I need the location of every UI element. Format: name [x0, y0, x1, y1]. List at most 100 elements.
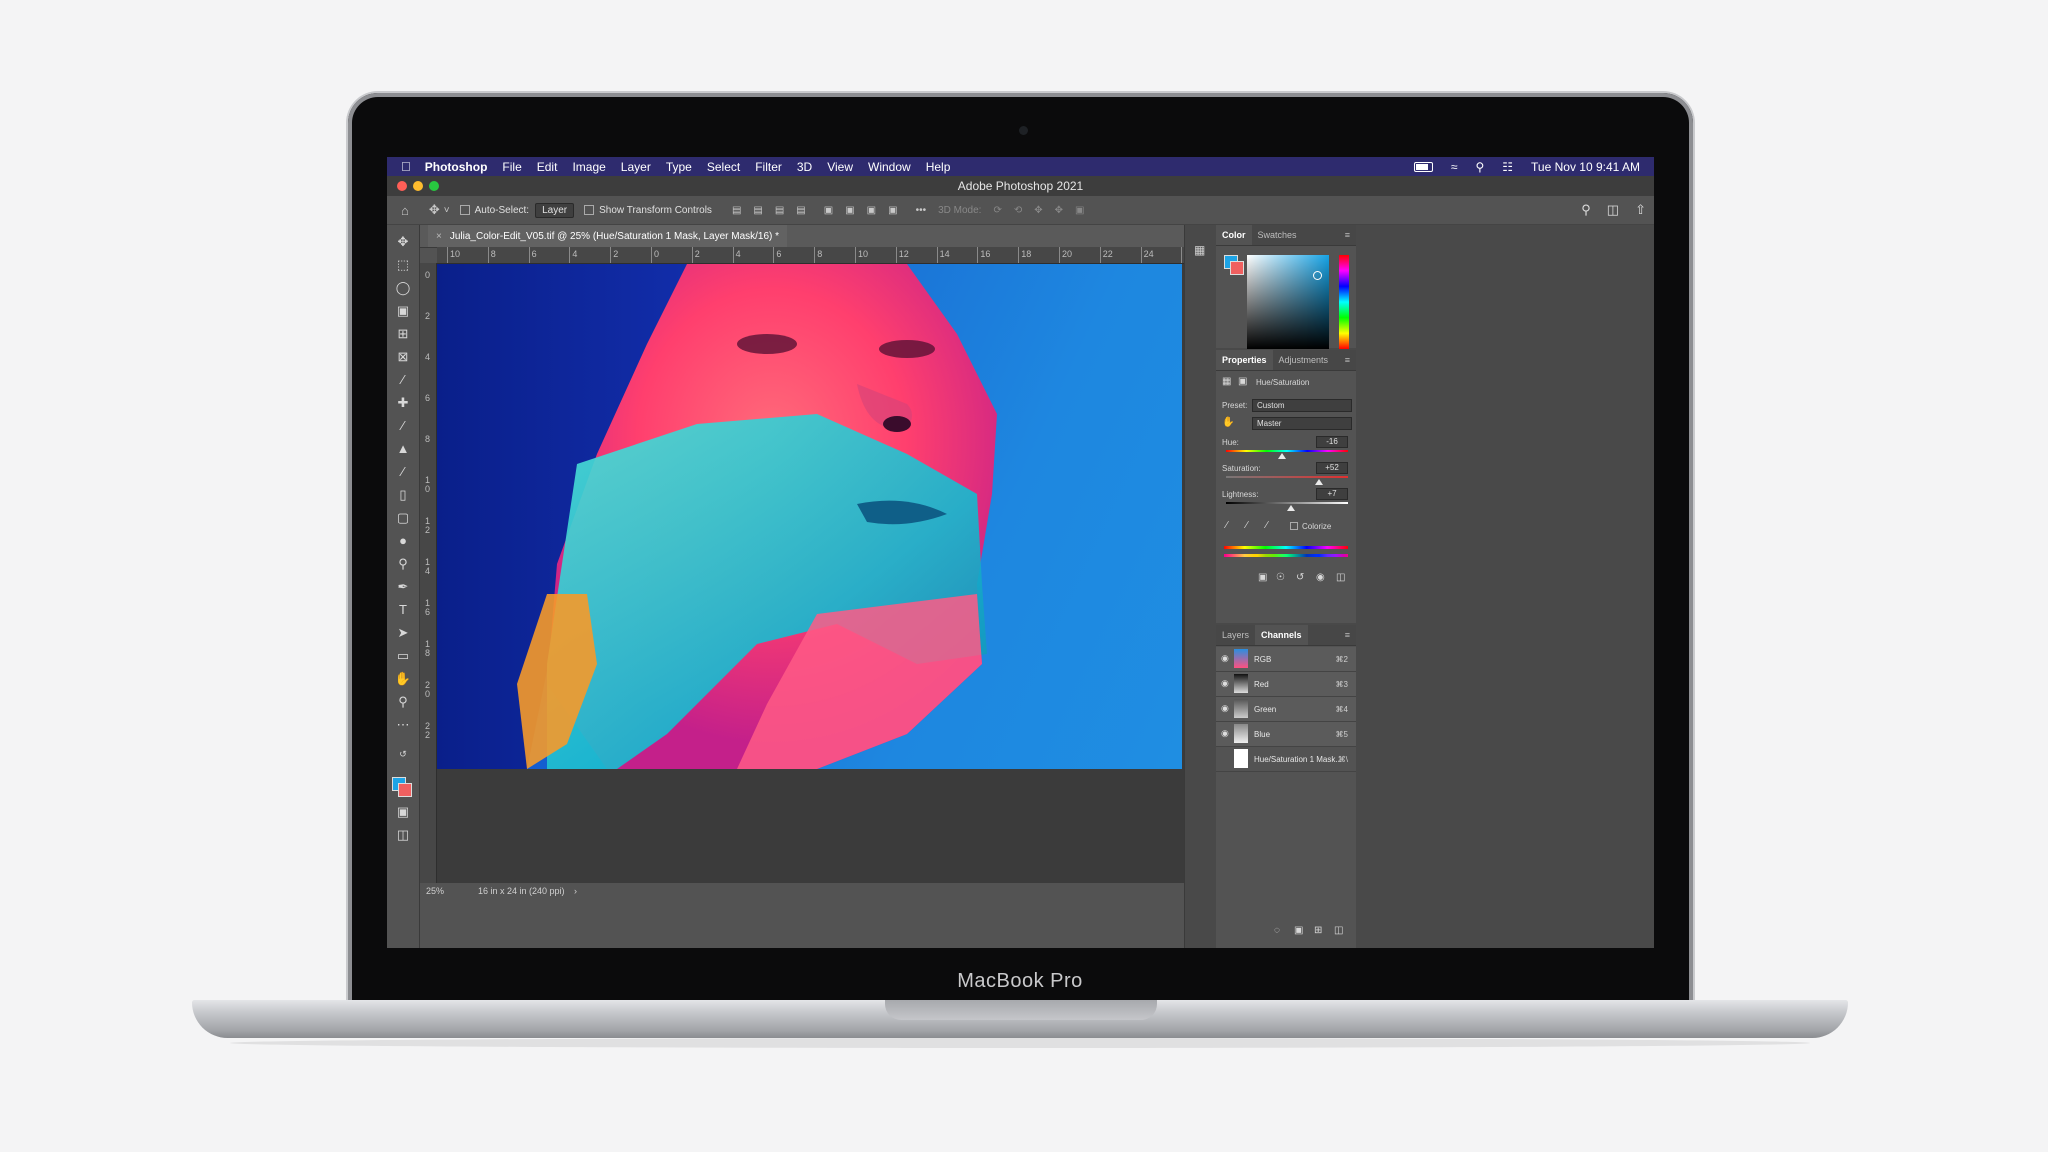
targeted-adjustment-hand-icon[interactable]: ✋ — [1222, 417, 1234, 428]
load-selection-icon[interactable]: ◌ — [1274, 925, 1280, 936]
tab-channels[interactable]: Channels — [1255, 625, 1308, 645]
swap-colors-icon[interactable]: ↺ — [393, 745, 413, 763]
status-expand-icon[interactable]: › — [574, 886, 577, 896]
horizontal-ruler[interactable]: 1086420246810121416182022242( — [437, 247, 1184, 264]
menu-file[interactable]: File — [502, 160, 521, 174]
saturation-value-field[interactable]: +52 — [1316, 462, 1348, 474]
move-tool-icon[interactable]: ✥ — [393, 233, 413, 251]
3d-orbit-icon[interactable]: ⟳ — [993, 205, 1001, 216]
eyedropper-icon[interactable]: ∕ — [1226, 520, 1228, 531]
panel-menu-icon[interactable]: ≡ — [1339, 625, 1356, 645]
align-middle-icon[interactable]: ▣ — [845, 205, 854, 216]
mask-icon[interactable]: ▣ — [1238, 376, 1247, 387]
lightness-value-field[interactable]: +7 — [1316, 488, 1348, 500]
workspace-icon[interactable]: ◫ — [1607, 202, 1619, 218]
document-tab[interactable]: × Julia_Color-Edit_V05.tif @ 25% (Hue/Sa… — [428, 225, 787, 247]
chevron-down-icon[interactable]: ˅ — [444, 205, 450, 216]
hand-tool-icon[interactable]: ✋ — [393, 670, 413, 688]
spotlight-icon[interactable]: ⚲ — [1475, 160, 1484, 174]
close-tab-icon[interactable]: × — [436, 231, 442, 242]
visibility-icon[interactable]: ◉ — [1316, 572, 1325, 583]
tab-layers[interactable]: Layers — [1216, 625, 1255, 645]
document-canvas[interactable] — [437, 264, 1184, 883]
color-panel-bg-swatch[interactable] — [1230, 261, 1244, 275]
tab-color[interactable]: Color — [1216, 225, 1252, 245]
align-top-icon[interactable]: ▣ — [824, 205, 833, 216]
panel-menu-icon[interactable]: ≡ — [1339, 225, 1356, 245]
menu-window[interactable]: Window — [868, 160, 911, 174]
show-transform-checkbox[interactable] — [584, 205, 594, 215]
view-previous-icon[interactable]: ☉ — [1276, 572, 1285, 583]
menu-view[interactable]: View — [827, 160, 853, 174]
tab-swatches[interactable]: Swatches — [1252, 225, 1303, 245]
align-center-icon[interactable]: ▤ — [753, 205, 762, 216]
more-options-icon[interactable]: ••• — [916, 205, 927, 216]
visibility-eye-icon[interactable]: ◉ — [1221, 728, 1229, 739]
history-panel-icon[interactable]: ▦ — [1194, 243, 1205, 257]
delete-channel-icon[interactable]: ◫ — [1334, 925, 1343, 936]
menu-layer[interactable]: Layer — [621, 160, 651, 174]
channel-row-mask[interactable]: Hue/Saturation 1 Mask... ⌘\ — [1216, 747, 1356, 772]
menu-edit[interactable]: Edit — [537, 160, 558, 174]
menu-filter[interactable]: Filter — [755, 160, 782, 174]
color-picker-field[interactable] — [1247, 255, 1329, 349]
brush-tool-icon[interactable]: ∕ — [393, 417, 413, 435]
object-select-tool-icon[interactable]: ▣ — [393, 302, 413, 320]
menu-app-name[interactable]: Photoshop — [425, 160, 488, 174]
eyedropper-tool-icon[interactable]: ∕ — [393, 371, 413, 389]
pen-tool-icon[interactable]: ✒ — [393, 578, 413, 596]
lightness-slider-track[interactable] — [1226, 502, 1348, 504]
history-brush-tool-icon[interactable]: ∕ — [393, 463, 413, 481]
move-tool-icon[interactable]: ✥ — [429, 202, 440, 218]
vertical-ruler[interactable]: 024681 01 21 41 61 82 02 2 — [420, 263, 437, 883]
eraser-tool-icon[interactable]: ▯ — [393, 486, 413, 504]
blur-tool-icon[interactable]: ● — [393, 532, 413, 550]
hue-slider-track[interactable] — [1226, 450, 1348, 452]
zoom-window-button[interactable] — [429, 181, 439, 191]
channel-row-blue[interactable]: ◉ Blue ⌘5 — [1216, 722, 1356, 747]
save-selection-icon[interactable]: ▣ — [1294, 925, 1303, 936]
rectangle-tool-icon[interactable]: ▭ — [393, 647, 413, 665]
screen-mode-icon[interactable]: ◫ — [393, 826, 413, 844]
minimize-window-button[interactable] — [413, 181, 423, 191]
battery-icon[interactable] — [1414, 162, 1433, 172]
quick-mask-icon[interactable]: ▣ — [393, 803, 413, 821]
preset-dropdown[interactable]: Custom — [1252, 399, 1352, 412]
3d-drag-icon[interactable]: ✥ — [1034, 205, 1042, 216]
align-right-icon[interactable]: ▤ — [775, 205, 784, 216]
picker-handle-icon[interactable] — [1313, 271, 1322, 280]
control-center-icon[interactable]: ☷ — [1502, 160, 1513, 174]
visibility-eye-icon[interactable]: ◉ — [1221, 653, 1229, 664]
align-bottom-icon[interactable]: ▣ — [867, 205, 876, 216]
visibility-eye-icon[interactable]: ◉ — [1221, 678, 1229, 689]
visibility-eye-icon[interactable]: ◉ — [1221, 703, 1229, 714]
reset-icon[interactable]: ↺ — [1296, 572, 1304, 583]
align-left-icon[interactable]: ▤ — [732, 205, 741, 216]
path-selection-tool-icon[interactable]: ➤ — [393, 624, 413, 642]
zoom-tool-icon[interactable]: ⚲ — [393, 693, 413, 711]
channel-row-red[interactable]: ◉ Red ⌘3 — [1216, 672, 1356, 697]
menu-type[interactable]: Type — [666, 160, 692, 174]
tab-adjustments[interactable]: Adjustments — [1273, 350, 1335, 370]
hue-slider-handle[interactable] — [1278, 453, 1286, 459]
menu-image[interactable]: Image — [572, 160, 605, 174]
healing-brush-tool-icon[interactable]: ✚ — [393, 394, 413, 412]
clip-to-layer-icon[interactable]: ▣ — [1258, 572, 1267, 583]
close-window-button[interactable] — [397, 181, 407, 191]
saturation-slider-handle[interactable] — [1315, 479, 1323, 485]
colorize-checkbox[interactable] — [1290, 522, 1298, 530]
trash-icon[interactable]: ◫ — [1336, 572, 1345, 583]
zoom-level[interactable]: 25% — [426, 886, 444, 896]
edit-toolbar-icon[interactable]: ⋯ — [393, 716, 413, 734]
menu-select[interactable]: Select — [707, 160, 740, 174]
menubar-clock[interactable]: Tue Nov 10 9:41 AM — [1531, 160, 1640, 174]
eyedropper-plus-icon[interactable]: ∕ — [1246, 520, 1248, 531]
document-size-info[interactable]: 16 in x 24 in (240 ppi) — [478, 886, 565, 896]
wifi-icon[interactable]: ≈ — [1451, 160, 1458, 174]
channel-row-rgb[interactable]: ◉ RGB ⌘2 — [1216, 647, 1356, 672]
channel-dropdown[interactable]: Master — [1252, 417, 1352, 430]
3d-slide-icon[interactable]: ✥ — [1055, 205, 1063, 216]
tab-properties[interactable]: Properties — [1216, 350, 1273, 370]
distribute-vertical-icon[interactable]: ▣ — [888, 205, 897, 216]
3d-camera-icon[interactable]: ▣ — [1075, 205, 1084, 216]
